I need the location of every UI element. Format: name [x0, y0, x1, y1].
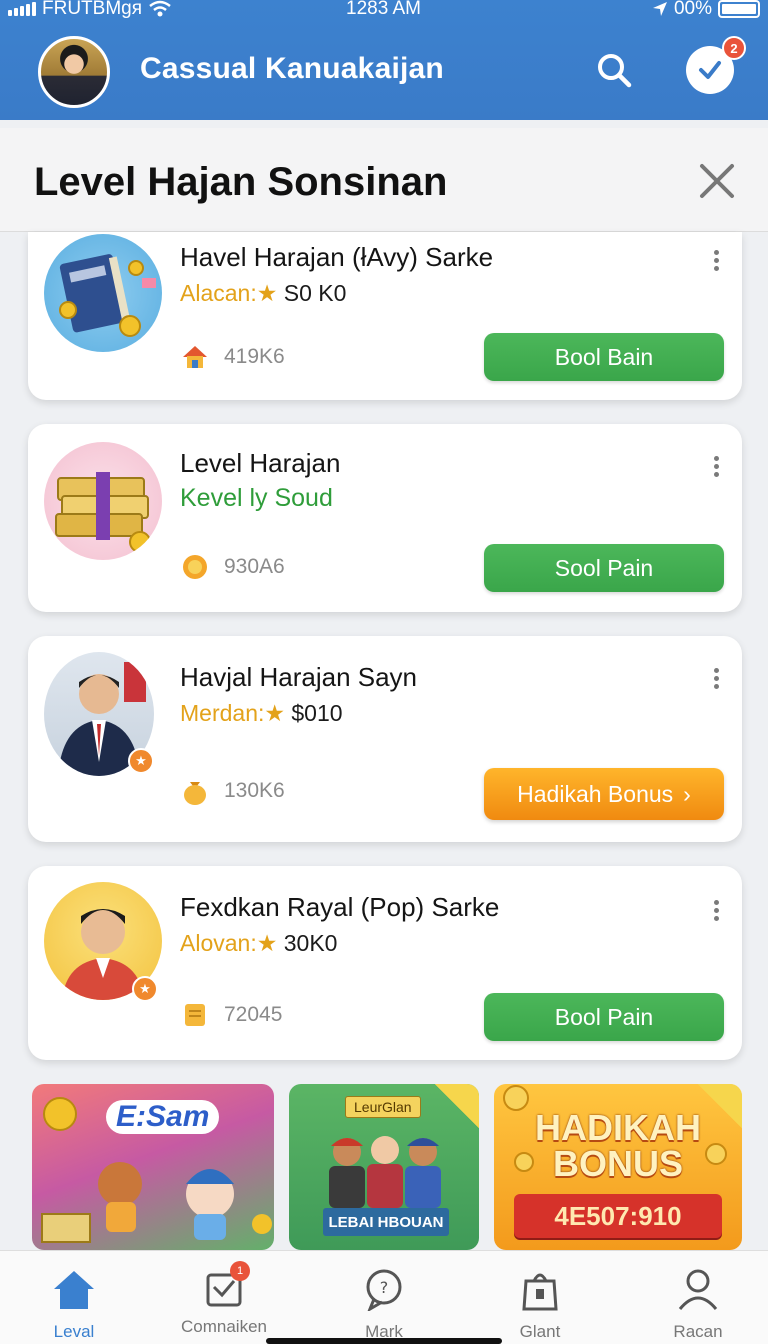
card-sub-amount: 30K0: [283, 930, 338, 956]
offer-card[interactable]: Level Harajan Kevel ly Soud 930A6 Sool P…: [28, 424, 742, 612]
bottom-navigation: Leval 1 Comnaiken ? Mark Glant Racan: [0, 1250, 768, 1344]
sun-coin-icon: [183, 555, 207, 579]
offer-card[interactable]: ★ Fexdkan Rayal (Pop) Sarke Alovan:★ 30K…: [28, 866, 742, 1060]
offer-card[interactable]: ★ Havjal Harajan Sayn Merdan:★ $010 130K…: [28, 636, 742, 842]
star-badge-icon: ★: [132, 976, 158, 1002]
claim-button[interactable]: Bool Bain: [484, 333, 724, 381]
battery-icon: [718, 0, 760, 18]
nav-label: Leval: [53, 1322, 95, 1341]
app-header: FRUTBMgя 1283 AM 00% Cassual Kanuakaijan…: [0, 0, 768, 120]
bonus-code-ribbon: 4E507:910: [514, 1194, 722, 1238]
house-icon: [183, 346, 207, 368]
card-subtitle: Alacan:★ S0 K0: [180, 280, 346, 307]
nav-item-comnaiken[interactable]: 1 Comnaiken: [164, 1261, 284, 1337]
card-stat: 72045: [180, 1000, 282, 1030]
nav-item-glant[interactable]: Glant: [480, 1267, 600, 1342]
carrier-area: FRUTBMgя: [8, 0, 172, 20]
person-avatar: ★: [44, 882, 162, 1002]
bonus-banner[interactable]: HADIKAH BONUS 4E507:910: [494, 1084, 742, 1250]
claim-button[interactable]: Bool Pain: [484, 993, 724, 1041]
signal-icon: [8, 2, 36, 16]
home-icon: [54, 1271, 94, 1309]
card-stat-value: 930A6: [224, 555, 285, 578]
card-stat-value: 419K6: [224, 345, 285, 368]
cartoon-characters-illustration: [41, 1097, 272, 1243]
section-title: Level Hajan Sonsinan: [34, 160, 448, 204]
bonus-title-line2: BONUS: [552, 1143, 683, 1184]
promo-banner[interactable]: LeurGlan LEBAI HBOUAN: [289, 1084, 479, 1250]
card-subtitle: Alovan:★ 30K0: [180, 930, 337, 957]
book-coins-image: [44, 234, 162, 352]
card-sub-amount: S0 K0: [283, 280, 347, 306]
status-time: 1283 AM: [346, 0, 421, 19]
money-stack-image: [44, 442, 162, 560]
corner-ribbon-icon: [435, 1084, 479, 1128]
gift-bag-icon: [522, 1273, 558, 1311]
star-icon: ★: [264, 700, 285, 726]
card-stat-value: 72045: [224, 1003, 283, 1026]
card-sub-label: Merdan:: [180, 700, 265, 726]
chat-icon: ?: [366, 1269, 402, 1313]
card-sub-label: Alovan:: [180, 930, 257, 956]
card-title: Havjal Harajan Sayn: [180, 662, 418, 692]
status-bar: FRUTBMgя 1283 AM 00%: [0, 0, 768, 22]
star-icon: ★: [256, 280, 278, 306]
nav-label: Racan: [673, 1322, 723, 1341]
home-indicator: [266, 1338, 502, 1344]
nav-label: Comnaiken: [181, 1317, 267, 1336]
wifi-icon: [149, 0, 171, 17]
profile-icon: [678, 1269, 718, 1310]
star-badge-icon: ★: [128, 748, 154, 774]
offer-card[interactable]: Havel Harajan (łAvy) Sarke Alacan:★ S0 K…: [28, 232, 742, 400]
promo-banner[interactable]: E:Sam: [32, 1084, 274, 1250]
chevron-right-icon: ›: [683, 780, 691, 807]
carrier-name: FRUTBMgя: [42, 0, 143, 19]
close-icon[interactable]: [696, 160, 738, 202]
svg-text:?: ?: [380, 1278, 389, 1297]
battery-area: 00%: [652, 0, 760, 20]
card-subtitle: Merdan:★ $010: [180, 700, 343, 727]
star-icon: ★: [256, 930, 278, 956]
corner-ribbon-icon: [698, 1084, 742, 1128]
more-options-icon[interactable]: [714, 900, 720, 922]
card-stat-value: 130K6: [224, 779, 285, 802]
banner-caption: LEBAI HBOUAN: [323, 1208, 449, 1236]
search-icon[interactable]: [594, 50, 634, 90]
card-sub-amount: $010: [291, 700, 343, 726]
nav-item-racan[interactable]: Racan: [638, 1267, 758, 1342]
notification-badge: 2: [722, 36, 746, 60]
money-bag-icon: [184, 782, 206, 805]
battery-percent: 00%: [673, 0, 712, 19]
card-title: Level Harajan: [180, 448, 341, 478]
card-stat: 130K6: [180, 776, 285, 806]
banner-chip: LeurGlan: [345, 1096, 421, 1118]
nav-badge: 1: [230, 1261, 250, 1281]
location-arrow-icon: [652, 2, 667, 16]
inbox-icon-wrap: 1: [200, 1261, 250, 1311]
card-title: Havel Harajan (łAvy) Sarke: [180, 242, 494, 272]
bonus-button-label: Hadikah Bonus: [517, 780, 674, 807]
claim-button[interactable]: Sool Pain: [484, 544, 724, 592]
checkmark-icon: [699, 61, 721, 79]
card-sub-label: Alacan:: [180, 280, 257, 306]
bonus-button[interactable]: Hadikah Bonus ›: [484, 768, 724, 820]
user-avatar[interactable]: [38, 36, 110, 108]
nav-item-leval[interactable]: Leval: [14, 1267, 134, 1342]
app-title: Cassual Kanuakaijan: [140, 52, 444, 85]
more-options-icon[interactable]: [714, 456, 720, 478]
gold-ticket-icon: [185, 1004, 205, 1026]
card-stat: 419K6: [180, 342, 285, 372]
nav-item-mark[interactable]: ? Mark: [324, 1267, 444, 1342]
card-stat: 930A6: [180, 552, 285, 582]
more-options-icon[interactable]: [714, 250, 720, 272]
card-title: Fexdkan Rayal (Pop) Sarke: [180, 892, 500, 922]
more-options-icon[interactable]: [714, 668, 720, 690]
card-subtitle: Kevel ly Soud: [180, 484, 333, 512]
person-avatar: ★: [44, 652, 154, 776]
